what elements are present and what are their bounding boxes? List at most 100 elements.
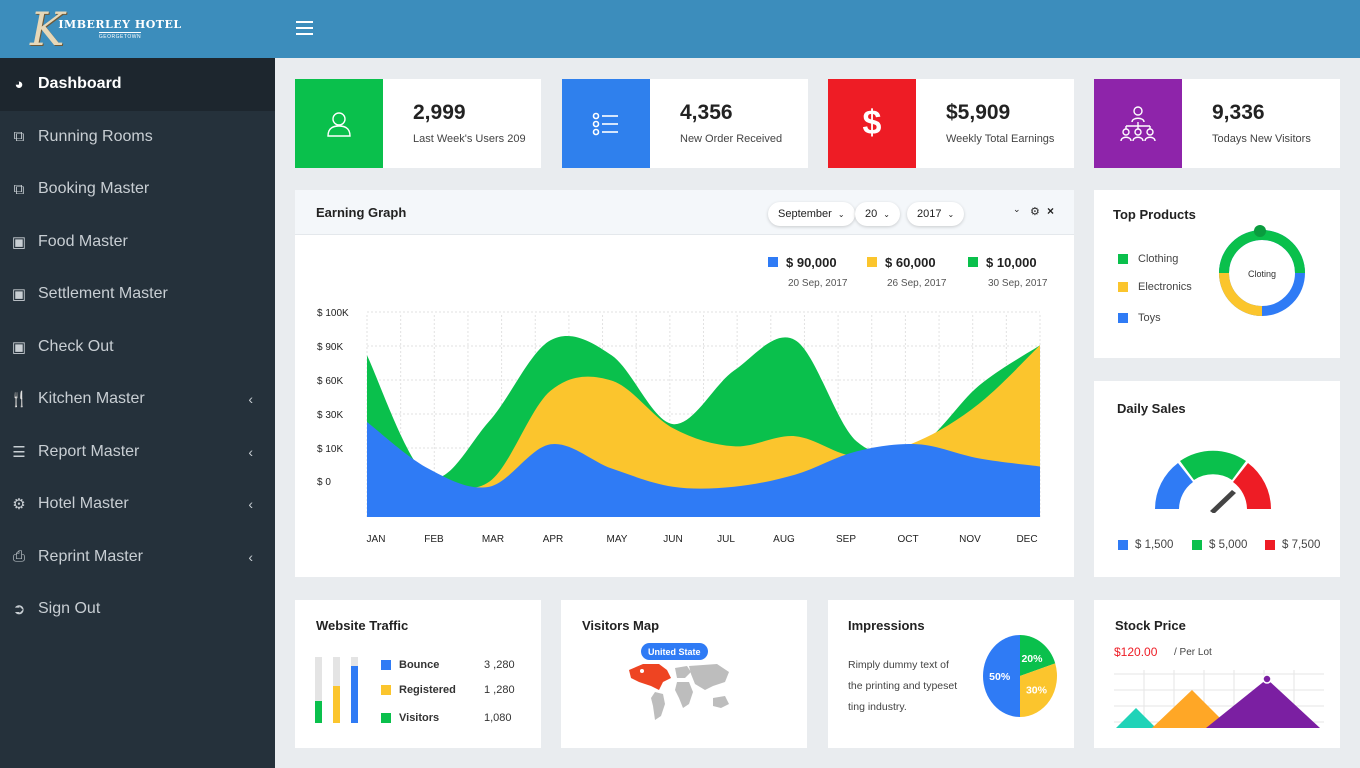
top-bar	[275, 0, 1360, 58]
x-tick-label: APR	[543, 534, 564, 545]
sidebar-item-kitchen-master[interactable]: 🍴 Kitchen Master ‹	[0, 373, 275, 426]
traffic-bar-fill	[315, 701, 322, 723]
traffic-bar-track	[333, 657, 340, 723]
top-product-label: Toys	[1138, 312, 1161, 324]
impressions-title: Impressions	[848, 618, 925, 633]
sidebar-item-label: Reprint Master	[38, 547, 143, 565]
traffic-label: Visitors	[399, 712, 440, 724]
dashboard-icon: ◕	[14, 75, 24, 93]
stock-peak-marker	[1262, 674, 1272, 684]
sidebar-item-check-out[interactable]: ▣ Check Out	[0, 321, 275, 374]
sidebar-item-hotel-master[interactable]: ⚙ Hotel Master ‹	[0, 478, 275, 531]
logo-bar: K IMBERLEY HOTEL GEORGETOWN	[0, 0, 275, 58]
logo-sub: GEORGETOWN	[98, 32, 142, 40]
sidebar-item-dashboard[interactable]: ◕ Dashboard	[0, 58, 275, 111]
money-icon: ▣	[11, 233, 27, 251]
legend-swatch	[1118, 254, 1128, 264]
stat-value: 4,356	[680, 101, 733, 124]
map-south-america[interactable]	[651, 692, 665, 720]
traffic-bar-track	[351, 657, 358, 723]
x-tick-label: JUL	[717, 534, 735, 545]
daily-sales-gauge	[1155, 450, 1271, 513]
traffic-bar-fill	[351, 666, 358, 723]
sidebar-item-settlement-master[interactable]: ▣ Settlement Master	[0, 268, 275, 321]
sidebar-item-sign-out[interactable]: ➲ Sign Out	[0, 583, 275, 636]
sidebar-item-running-rooms[interactable]: ⧉ Running Rooms	[0, 111, 275, 164]
stock-triangle-purple	[1206, 679, 1320, 728]
logo-name: IMBERLEY HOTEL	[58, 18, 182, 31]
cutlery-icon: 🍴	[9, 391, 29, 409]
top-products-card: Top Products Clothing Electronics Toys Clo…	[1094, 190, 1340, 358]
stat-card-4[interactable]: 9,336 Todays New Visitors	[1094, 79, 1340, 168]
traffic-label: Bounce	[399, 659, 440, 671]
traffic-label: Registered	[399, 684, 456, 696]
top-products-title: Top Products	[1113, 207, 1196, 222]
sidebar-item-report-master[interactable]: ☰ Report Master ‹	[0, 426, 275, 479]
sidebar-item-label: Hotel Master	[38, 495, 129, 513]
world-map[interactable]	[625, 660, 735, 722]
x-tick-label: JUN	[663, 534, 682, 545]
copy-icon: ⧉	[13, 180, 25, 198]
gauge-green-segment	[1180, 450, 1246, 480]
sidebar-item-label: Check Out	[38, 337, 114, 355]
daily-sales-value: $ 1,500	[1135, 539, 1174, 551]
legend-swatch	[1118, 313, 1128, 323]
impressions-pie: 20% 30% 50%	[983, 635, 1057, 717]
traffic-value: 1,080	[484, 712, 512, 724]
website-traffic-title: Website Traffic	[316, 618, 409, 633]
map-australia[interactable]	[713, 696, 729, 708]
map-europe[interactable]	[675, 666, 691, 678]
map-asia[interactable]	[689, 664, 729, 690]
y-tick-label: $ 0	[317, 477, 331, 488]
print-icon: ⎙	[12, 548, 25, 566]
sidebar-item-label: Sign Out	[38, 600, 101, 618]
top-products-donut: Cloting	[1219, 225, 1305, 316]
legend-swatch	[1118, 282, 1128, 292]
stat-card-1[interactable]: 2,999 Last Week's Users 209	[295, 79, 541, 168]
traffic-bar-fill	[333, 686, 340, 723]
legend-swatch	[1192, 540, 1202, 550]
pie-label: 20%	[1021, 653, 1043, 665]
sidebar-item-label: Dashboard	[38, 75, 122, 93]
stat-label: Last Week's Users 209	[413, 133, 526, 145]
sidebar-item-food-master[interactable]: ▣ Food Master	[0, 216, 275, 269]
x-tick-label: FEB	[424, 534, 444, 545]
x-tick-label: MAY	[607, 534, 628, 545]
sidebar-nav: ◕ Dashboard ⧉ Running Rooms ⧉ Booking Master ▣…	[0, 58, 275, 636]
daily-sales-value: $ 5,000	[1209, 539, 1248, 551]
traffic-value: 1 ,280	[484, 684, 515, 696]
cogs-icon: ⚙	[12, 496, 26, 514]
chevron-left-icon: ‹	[248, 496, 253, 513]
stock-price-title: Stock Price	[1115, 618, 1186, 633]
chevron-left-icon: ‹	[248, 443, 253, 460]
legend-swatch	[381, 660, 391, 670]
earning-graph-card: Earning Graph September ⌄ 20 ⌄ 2017 ⌄ ⌄ ⚙ ×…	[295, 190, 1074, 577]
stock-chart	[1114, 670, 1324, 728]
top-product-label: Electronics	[1138, 281, 1192, 293]
money-icon: ▣	[11, 286, 27, 304]
menu-toggle-icon[interactable]	[296, 21, 313, 35]
sidebar-item-reprint-master[interactable]: ⎙ Reprint Master ‹	[0, 531, 275, 584]
x-tick-label: NOV	[959, 534, 981, 545]
stat-label: Weekly Total Earnings	[946, 133, 1055, 145]
donut-handle	[1254, 225, 1266, 237]
sidebar-item-label: Food Master	[38, 232, 128, 250]
x-tick-label: DEC	[1016, 534, 1037, 545]
stat-card-2[interactable]: 4,356 New Order Received	[562, 79, 808, 168]
map-north-america[interactable]	[629, 664, 671, 690]
sign-out-icon: ➲	[12, 601, 26, 619]
sidebar-item-booking-master[interactable]: ⧉ Booking Master	[0, 163, 275, 216]
hotel-logo[interactable]: K IMBERLEY HOTEL GEORGETOWN	[30, 6, 182, 52]
gauge-needle	[1210, 490, 1236, 513]
stat-card-3[interactable]: $ $5,909 Weekly Total Earnings	[828, 79, 1074, 168]
map-tooltip-badge: United State	[641, 643, 708, 660]
money-icon: ▣	[11, 338, 27, 356]
daily-sales-card: Daily Sales $ 1,500 $ 5,000 $ 7,500	[1094, 381, 1340, 577]
legend-swatch	[381, 713, 391, 723]
map-africa[interactable]	[675, 682, 693, 708]
sidebar-item-label: Kitchen Master	[38, 390, 145, 408]
copy-icon: ⧉	[13, 128, 25, 146]
users-icon	[295, 79, 383, 168]
y-tick-label: $ 100K	[317, 308, 349, 319]
legend-swatch	[381, 685, 391, 695]
